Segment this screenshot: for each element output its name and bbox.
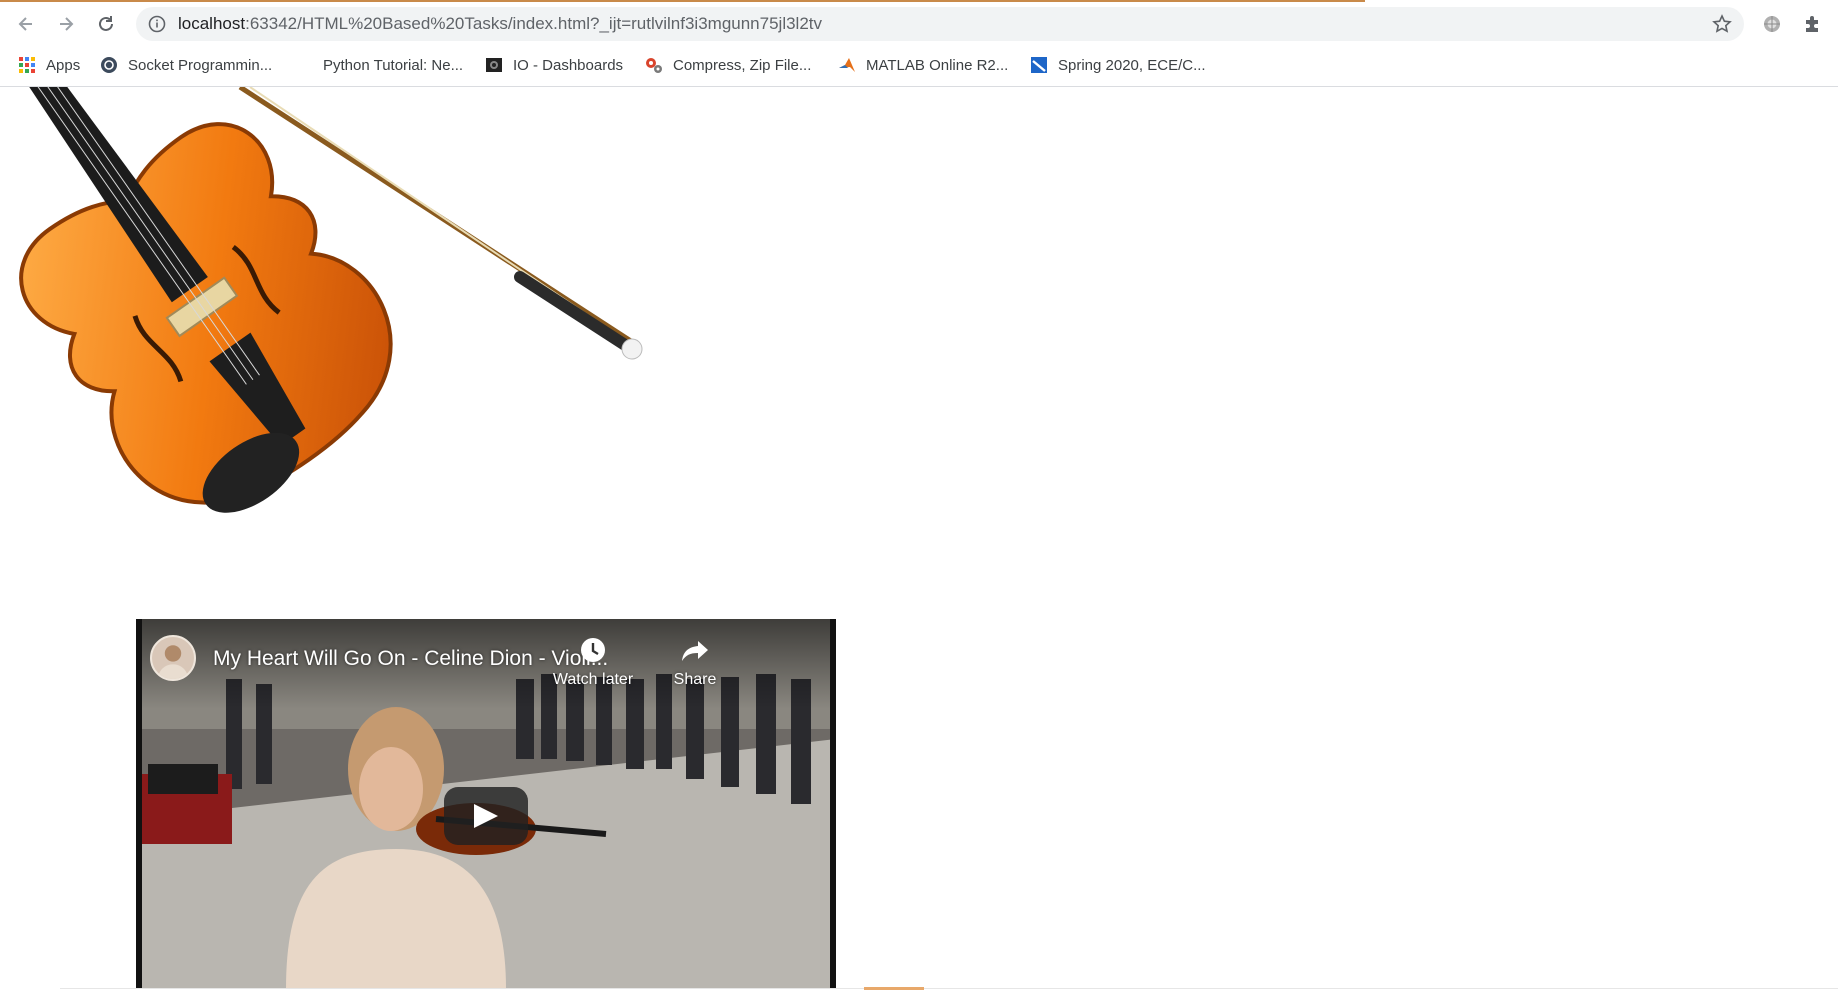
scroll-indicator <box>864 987 924 990</box>
url-path: :63342/HTML%20Based%20Tasks/index.html?_… <box>245 14 823 33</box>
embedded-video-player[interactable]: My Heart Will Go On - Celine Dion - Viol… <box>136 619 836 989</box>
play-button[interactable] <box>444 787 528 845</box>
page-bottom-divider <box>60 988 1838 989</box>
watch-later-button[interactable]: Watch later <box>543 635 643 689</box>
canvas-icon <box>1031 57 1047 73</box>
bookmark-label: MATLAB Online R2... <box>866 56 1009 74</box>
extension-globe-icon[interactable] <box>1762 14 1782 34</box>
back-button[interactable] <box>12 10 40 38</box>
reload-icon <box>99 16 113 31</box>
bookmark-label: Apps <box>46 56 81 74</box>
bookmarks-bar: Apps Socket Programmin... Python Tutoria… <box>0 44 1838 87</box>
channel-avatar[interactable] <box>150 635 196 681</box>
url-host: localhost <box>178 14 246 33</box>
video-right-border <box>830 619 836 989</box>
share-arrow-icon <box>682 641 708 661</box>
bookmark-python-tutorial[interactable]: Python Tutorial: Ne... <box>323 53 463 77</box>
watch-later-label: Watch later <box>552 671 634 688</box>
forward-arrow-icon <box>60 17 74 31</box>
bookmark-label: Compress, Zip File... <box>673 56 812 74</box>
back-arrow-icon <box>18 17 32 31</box>
share-button[interactable]: Share <box>645 635 745 689</box>
apps-grid-icon <box>19 57 35 73</box>
video-left-border <box>136 619 142 989</box>
violin-image <box>19 87 643 513</box>
browser-toolbar: localhost:63342/HTML%20Based%20Tasks/ind… <box>0 4 1838 44</box>
matlab-icon <box>839 58 855 72</box>
gears-icon <box>646 58 662 73</box>
bookmark-label: Spring 2020, ECE/C... <box>1058 56 1206 74</box>
site-info-icon[interactable] <box>148 15 166 33</box>
reload-button[interactable] <box>92 10 120 38</box>
bookmark-label: Socket Programmin... <box>128 56 273 74</box>
bookmark-label: IO - Dashboards <box>513 56 624 74</box>
bookmark-matlab-online[interactable]: MATLAB Online R2... <box>838 53 1008 77</box>
extensions-puzzle-icon[interactable] <box>1802 14 1822 34</box>
bookmark-socket-programming[interactable]: Socket Programmin... <box>100 53 272 77</box>
share-label: Share <box>673 671 717 688</box>
bookmark-compress-zip[interactable]: Compress, Zip File... <box>645 53 811 77</box>
clock-icon <box>581 638 605 662</box>
bookmark-apps[interactable]: Apps <box>18 53 80 77</box>
play-icon <box>474 804 498 828</box>
bookmark-label: Python Tutorial: Ne... <box>323 56 464 74</box>
bookmark-io-dashboards[interactable]: IO - Dashboards <box>485 53 623 77</box>
dashboard-icon <box>486 58 502 72</box>
bookmark-spring-2020[interactable]: Spring 2020, ECE/C... <box>1030 53 1206 77</box>
address-bar[interactable]: localhost:63342/HTML%20Based%20Tasks/ind… <box>136 7 1744 41</box>
python-icon <box>101 57 117 73</box>
url-text[interactable]: localhost:63342/HTML%20Based%20Tasks/ind… <box>178 15 822 33</box>
bookmark-star-icon[interactable] <box>1712 14 1732 34</box>
forward-button[interactable] <box>52 10 80 38</box>
channel-avatar-image <box>157 645 189 679</box>
